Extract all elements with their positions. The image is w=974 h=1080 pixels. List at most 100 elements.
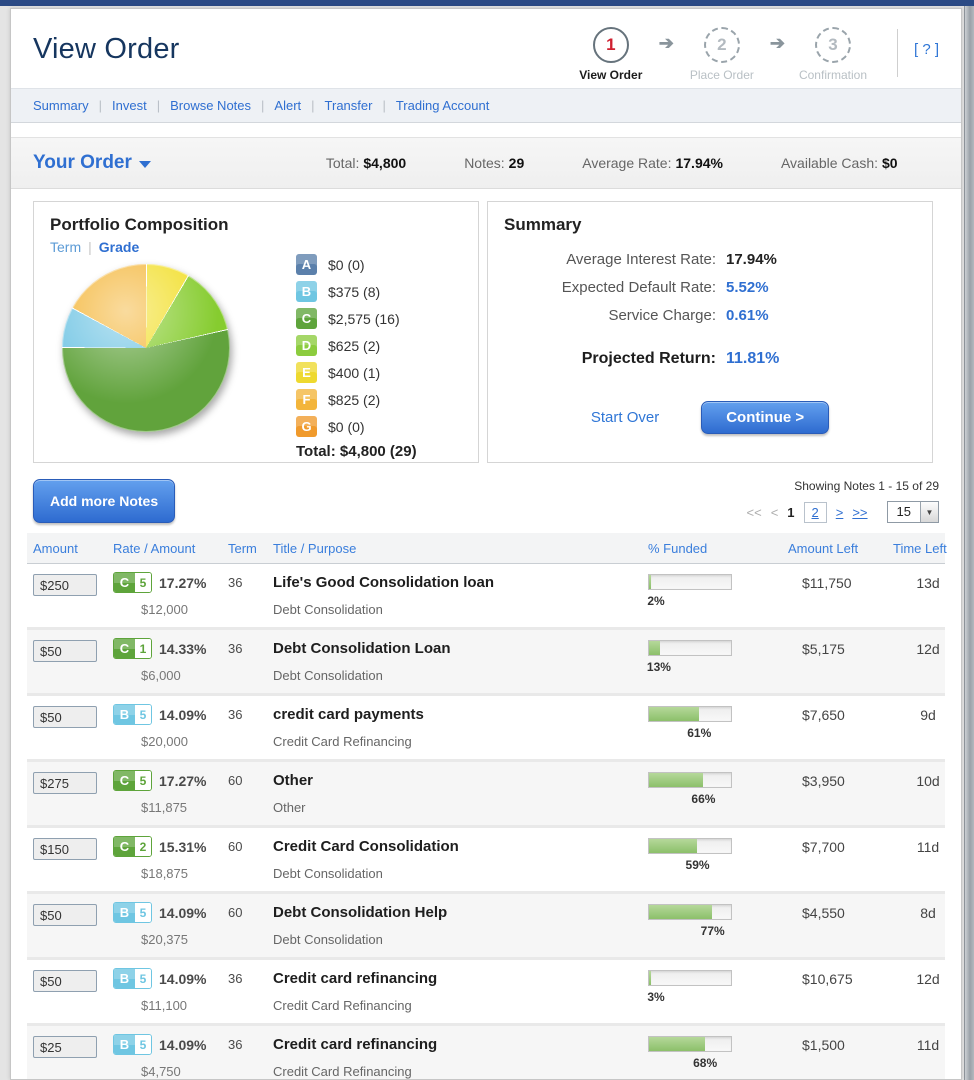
loan-purpose: Debt Consolidation [273, 668, 648, 683]
last-page-link[interactable]: >> [852, 505, 867, 520]
nav-item-trading-account[interactable]: Trading Account [396, 98, 489, 113]
loan-title[interactable]: Credit Card Consolidation [273, 836, 648, 855]
loan-title[interactable]: credit card payments [273, 704, 648, 723]
grade-letter: C [114, 573, 135, 592]
grade-swatch: C [296, 308, 317, 329]
note-row: B 5 14.09% $20,375 60 Debt Consolidation… [27, 894, 945, 960]
order-stat-label: Available Cash: [781, 155, 878, 171]
start-over-link[interactable]: Start Over [591, 409, 659, 426]
tab-grade[interactable]: Grade [99, 239, 139, 255]
step-number: 2 [704, 27, 740, 63]
note-amount-input[interactable] [33, 904, 97, 926]
column-header-title-purpose[interactable]: Title / Purpose [273, 541, 648, 556]
note-amount-input[interactable] [33, 640, 97, 662]
column-header-amount-left[interactable]: Amount Left [788, 541, 893, 556]
summary-title: Summary [488, 202, 932, 237]
interest-rate: 17.27% [159, 773, 206, 789]
loan-title[interactable]: Other [273, 770, 648, 789]
summary-value: 17.94% [726, 251, 777, 268]
summary-label: Average Interest Rate: [488, 251, 716, 268]
column-header-time-left[interactable]: Time Left [893, 541, 962, 556]
loan-title[interactable]: Credit card refinancing [273, 968, 648, 987]
rate-amount-cell: C 5 17.27% $12,000 [113, 572, 228, 617]
loan-amount: $20,000 [141, 734, 228, 749]
summary-row: Average Interest Rate: 17.94% [488, 251, 932, 268]
interest-rate: 14.33% [159, 641, 206, 657]
grade-letter: B [114, 1035, 135, 1054]
funded-progress-fill [649, 641, 660, 655]
next-page-link[interactable]: > [836, 505, 844, 520]
pager: << < 1 2 > >> 15 ▼ [747, 501, 940, 523]
tab-term[interactable]: Term [50, 239, 81, 255]
first-page-link[interactable]: << [747, 505, 762, 520]
loan-purpose: Credit Card Refinancing [273, 998, 648, 1013]
loan-purpose: Other [273, 800, 648, 815]
projected-return-row: Projected Return: 11.81% [488, 350, 932, 368]
loan-title[interactable]: Credit card refinancing [273, 1034, 648, 1053]
note-row: B 5 14.09% $11,100 36 Credit card refina… [27, 960, 945, 1026]
loan-title[interactable]: Life's Good Consolidation loan [273, 572, 648, 591]
note-amount-input[interactable] [33, 838, 97, 860]
nav-item-invest[interactable]: Invest [112, 98, 147, 113]
grade-subgrade: 1 [135, 639, 151, 658]
nav-separator: | [157, 98, 160, 113]
help-link[interactable]: [ ? ] [914, 41, 939, 58]
order-stat: Average Rate:17.94% [582, 155, 723, 171]
title-purpose-cell: Other Other [273, 770, 648, 815]
note-amount-input[interactable] [33, 970, 97, 992]
nav-item-summary[interactable]: Summary [33, 98, 89, 113]
grade-badge: B 5 [113, 1034, 152, 1055]
funded-cell: 13% [648, 638, 788, 683]
grade-badge: C 2 [113, 836, 152, 857]
top-accent-bar [0, 0, 974, 6]
term-cell: 60 [228, 902, 273, 947]
prev-page-link[interactable]: < [771, 505, 779, 520]
title-purpose-cell: Credit card refinancing Credit Card Refi… [273, 1034, 648, 1079]
funded-progress-bar [648, 574, 732, 590]
funded-cell: 66% [648, 770, 788, 815]
page-2-link[interactable]: 2 [804, 502, 827, 523]
page-size-value: 15 [888, 502, 920, 522]
column-header-amount[interactable]: Amount [33, 541, 113, 556]
amount-left-cell: $4,550 [788, 902, 893, 947]
nav-item-transfer[interactable]: Transfer [325, 98, 373, 113]
header-right: 1 View Order ➔ 2 Place Order ➔ 3 Confirm… [565, 25, 939, 82]
column-header-rate-amount[interactable]: Rate / Amount [113, 541, 228, 556]
dropdown-arrow-icon[interactable]: ▼ [920, 502, 938, 522]
column-header-term[interactable]: Term [228, 541, 273, 556]
add-more-notes-button[interactable]: Add more Notes [33, 479, 175, 523]
amount-left-cell: $10,675 [788, 968, 893, 1013]
summary-label: Service Charge: [488, 307, 716, 324]
order-summary-bar: Your Order Total:$4,800Notes:29Average R… [11, 137, 961, 189]
continue-button[interactable]: Continue > [701, 401, 829, 434]
legend-value: $400 (1) [328, 365, 380, 381]
page-size-select[interactable]: 15 ▼ [887, 501, 939, 523]
time-left-cell: 8d [893, 902, 962, 947]
note-amount-input[interactable] [33, 772, 97, 794]
grade-subgrade: 5 [135, 1035, 151, 1054]
term-cell: 36 [228, 638, 273, 683]
page-scrollbar[interactable] [964, 6, 974, 1080]
nav-item-alert[interactable]: Alert [274, 98, 301, 113]
loan-title[interactable]: Debt Consolidation Loan [273, 638, 648, 657]
term-cell: 60 [228, 836, 273, 881]
note-amount-input[interactable] [33, 1036, 97, 1058]
page-title: View Order [33, 25, 180, 66]
legend-row: A $0 (0) [296, 254, 417, 275]
note-amount-input[interactable] [33, 706, 97, 728]
funded-percent-label: 2% [647, 594, 664, 608]
amount-cell [33, 770, 113, 815]
loan-amount: $6,000 [141, 668, 228, 683]
interest-rate: 15.31% [159, 839, 206, 855]
nav-item-browse-notes[interactable]: Browse Notes [170, 98, 251, 113]
nav-separator: | [311, 98, 314, 113]
term-cell: 36 [228, 704, 273, 749]
your-order-dropdown[interactable]: Your Order [33, 152, 151, 174]
loan-title[interactable]: Debt Consolidation Help [273, 902, 648, 921]
note-row: C 1 14.33% $6,000 36 Debt Consolidation … [27, 630, 945, 696]
column-header--funded[interactable]: % Funded [648, 541, 788, 556]
funded-cell: 3% [648, 968, 788, 1013]
note-amount-input[interactable] [33, 574, 97, 596]
funded-progress-bar [648, 640, 732, 656]
funded-progress-fill [649, 773, 703, 787]
